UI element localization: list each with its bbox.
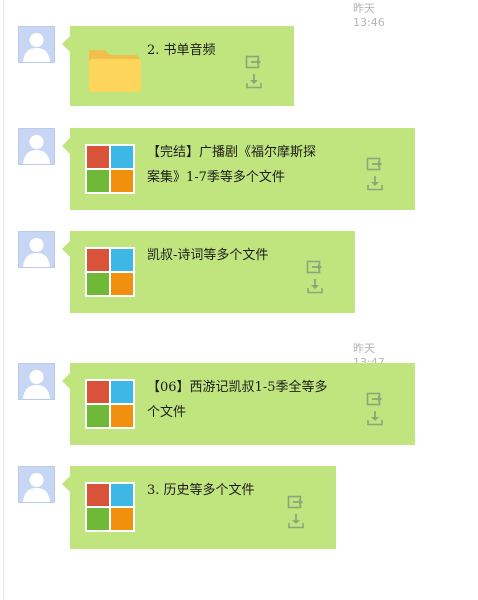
download-icon[interactable] [287,513,305,529]
timestamp: 昨天 13:46 [0,0,478,29]
download-icon[interactable] [366,175,384,191]
file-bubble[interactable]: 凯叔-诗词等多个文件 [62,231,355,313]
bubble-arrow [62,476,70,492]
file-name: 【完结】广播剧《福尔摩斯探 案集》1-7季等多个文件 [147,140,316,190]
file-actions [287,494,336,532]
file-name: 3. 历史等多个文件 [147,483,255,498]
forward-icon[interactable] [366,391,384,407]
file-name-line: 案集》1-7季等多个文件 [147,170,285,185]
file-name-line: 【完结】广播剧《福尔摩斯探 [147,145,317,160]
file-name: 【06】西游记凯叔1-5季全等多 个文件 [147,375,327,425]
file-actions [366,156,415,194]
avatar[interactable] [18,26,55,63]
forward-icon[interactable] [366,156,384,172]
file-name: 2. 书单音频 [147,43,216,58]
file-actions [366,391,415,429]
download-icon[interactable] [245,73,263,89]
file-actions [306,259,355,297]
file-name-line: 个文件 [147,405,187,420]
file-actions [245,54,294,92]
left-divider [3,0,4,600]
bubble-arrow [62,36,70,52]
multi-file-icon [85,144,135,194]
file-name: 凯叔-诗词等多个文件 [147,248,269,263]
file-bubble[interactable]: 【06】西游记凯叔1-5季全等多 个文件 [62,363,415,445]
avatar[interactable] [18,231,55,268]
timestamp-text: 昨天 13:46 [353,2,385,29]
multi-file-icon [85,247,135,297]
download-icon[interactable] [306,278,324,294]
bubble-arrow [62,373,70,389]
multi-file-icon [85,482,135,532]
avatar[interactable] [18,128,55,165]
download-icon[interactable] [366,410,384,426]
multi-file-icon [85,379,135,429]
avatar[interactable] [18,466,55,503]
file-bubble[interactable]: 3. 历史等多个文件 [62,466,336,549]
file-name-line: 【06】西游记凯叔1-5季全等多 [147,380,328,395]
file-bubble[interactable]: 【完结】广播剧《福尔摩斯探 案集》1-7季等多个文件 [62,128,415,210]
folder-icon [85,42,141,92]
bubble-arrow [62,241,70,257]
forward-icon[interactable] [287,494,305,510]
bubble-arrow [62,138,70,154]
file-bubble[interactable]: 2. 书单音频 [62,26,294,106]
forward-icon[interactable] [245,54,263,70]
avatar[interactable] [18,363,55,400]
forward-icon[interactable] [306,259,324,275]
